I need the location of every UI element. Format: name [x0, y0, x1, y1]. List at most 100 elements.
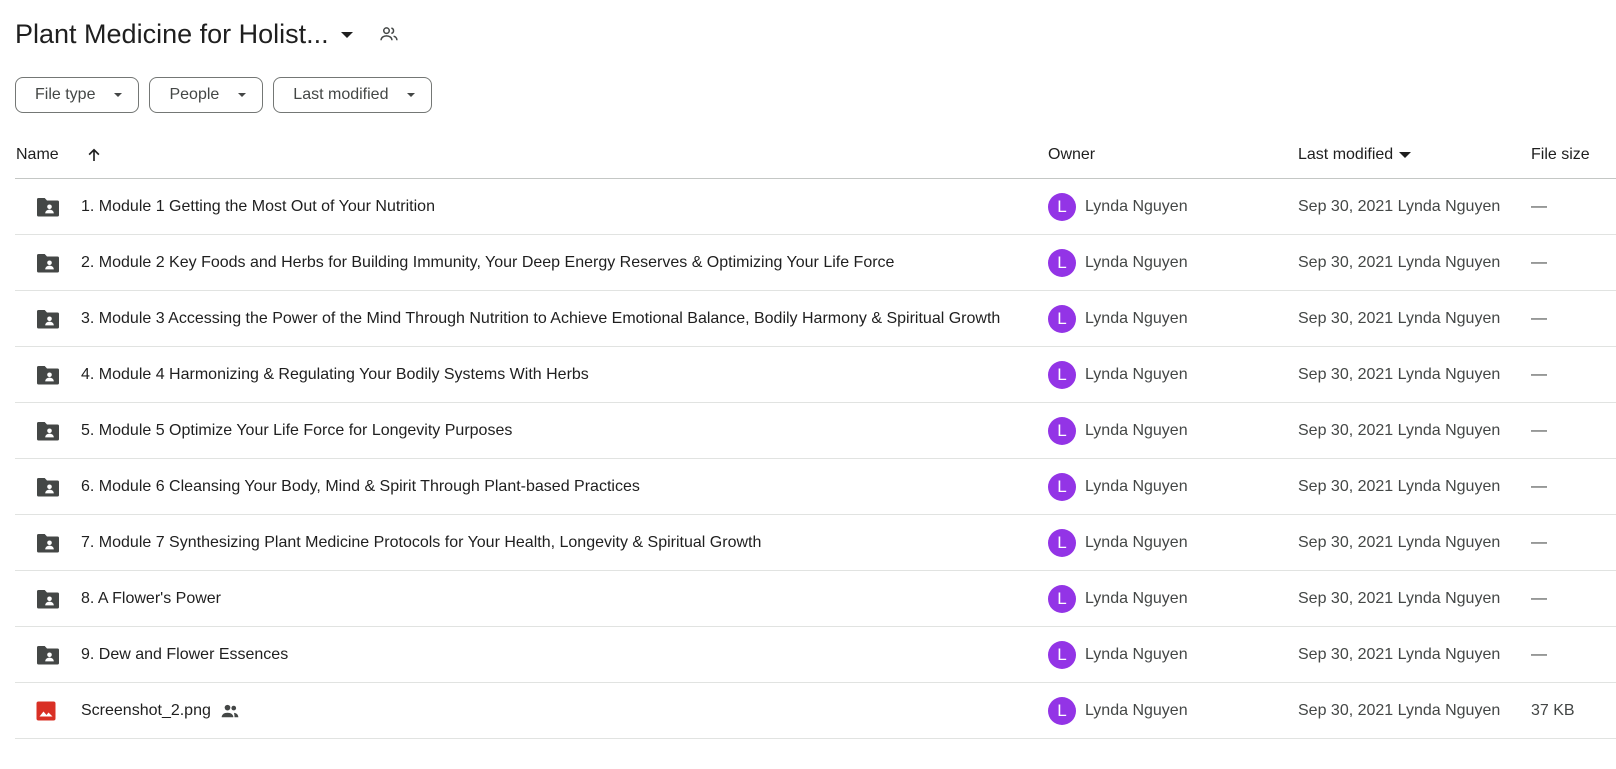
owner-cell: L Lynda Nguyen	[1048, 571, 1188, 626]
file-name-cell: 4. Module 4 Harmonizing & Regulating You…	[81, 347, 1041, 402]
avatar: L	[1048, 416, 1076, 445]
last-modified: Sep 30, 2021 Lynda Nguyen	[1298, 645, 1501, 663]
image-file-icon	[35, 683, 57, 738]
last-modified: Sep 30, 2021 Lynda Nguyen	[1298, 253, 1501, 271]
file-name: Screenshot_2.png	[81, 701, 211, 719]
people-outline-icon[interactable]	[379, 24, 399, 44]
file-name-cell: Screenshot_2.png	[81, 683, 1041, 738]
owner-name: Lynda Nguyen	[1085, 645, 1188, 663]
shared-folder-icon	[35, 291, 61, 346]
avatar: L	[1048, 584, 1076, 613]
file-name: 3. Module 3 Accessing the Power of the M…	[81, 309, 1001, 327]
file-size: —	[1531, 421, 1547, 439]
last-modified: Sep 30, 2021 Lynda Nguyen	[1298, 365, 1501, 383]
owner-cell: L Lynda Nguyen	[1048, 347, 1188, 402]
owner-cell: L Lynda Nguyen	[1048, 459, 1188, 514]
avatar: L	[1048, 304, 1076, 333]
filter-last-modified[interactable]: Last modified	[273, 77, 433, 113]
file-size: 37 KB	[1531, 701, 1575, 719]
table-row[interactable]: 6. Module 6 Cleansing Your Body, Mind & …	[15, 459, 1616, 515]
owner-name: Lynda Nguyen	[1085, 477, 1188, 495]
caret-down-icon	[114, 93, 123, 97]
shared-folder-icon	[35, 459, 61, 514]
table-row[interactable]: 3. Module 3 Accessing the Power of the M…	[15, 291, 1616, 347]
owner-cell: L Lynda Nguyen	[1048, 515, 1188, 570]
table-row[interactable]: 2. Module 2 Key Foods and Herbs for Buil…	[15, 235, 1616, 291]
file-name: 4. Module 4 Harmonizing & Regulating You…	[81, 365, 589, 383]
avatar: L	[1048, 248, 1076, 277]
file-name: 2. Module 2 Key Foods and Herbs for Buil…	[81, 253, 895, 271]
avatar: L	[1048, 192, 1076, 221]
file-list: 1. Module 1 Getting the Most Out of Your…	[15, 179, 1616, 739]
drive-folder-view: Plant Medicine for Holist... File type P…	[0, 0, 1616, 769]
file-name: 9. Dew and Flower Essences	[81, 645, 289, 663]
table-row[interactable]: 7. Module 7 Synthesizing Plant Medicine …	[15, 515, 1616, 571]
folder-header: Plant Medicine for Holist...	[15, 14, 399, 54]
file-size: —	[1531, 477, 1547, 495]
file-name: 8. A Flower's Power	[81, 589, 221, 607]
filter-people[interactable]: People	[149, 77, 264, 113]
avatar: L	[1048, 472, 1076, 501]
avatar: L	[1048, 360, 1076, 389]
arrow-up-icon[interactable]	[85, 132, 103, 178]
last-modified: Sep 30, 2021 Lynda Nguyen	[1298, 701, 1501, 719]
owner-cell: L Lynda Nguyen	[1048, 179, 1188, 234]
filter-label: Last modified	[293, 86, 389, 103]
owner-name: Lynda Nguyen	[1085, 589, 1188, 607]
caret-down-icon	[238, 93, 247, 97]
column-header-file-size[interactable]: File size	[1531, 132, 1590, 178]
avatar: L	[1048, 696, 1076, 725]
column-header-owner[interactable]: Owner	[1048, 132, 1095, 178]
last-modified: Sep 30, 2021 Lynda Nguyen	[1298, 197, 1501, 215]
owner-name: Lynda Nguyen	[1085, 533, 1188, 551]
table-row[interactable]: 1. Module 1 Getting the Most Out of Your…	[15, 179, 1616, 235]
shared-folder-icon	[35, 235, 61, 290]
file-size: —	[1531, 533, 1547, 551]
file-name-cell: 3. Module 3 Accessing the Power of the M…	[81, 291, 1041, 346]
filter-chips: File type People Last modified	[15, 77, 433, 113]
table-header: Name Owner Last modified File size	[15, 132, 1616, 179]
table-row[interactable]: 5. Module 5 Optimize Your Life Force for…	[15, 403, 1616, 459]
shared-folder-icon	[35, 571, 61, 626]
shared-people-icon	[220, 701, 240, 721]
owner-name: Lynda Nguyen	[1085, 197, 1188, 215]
avatar: L	[1048, 640, 1076, 669]
shared-folder-icon	[35, 515, 61, 570]
file-name: 5. Module 5 Optimize Your Life Force for…	[81, 421, 513, 439]
caret-down-icon	[407, 93, 416, 97]
owner-name: Lynda Nguyen	[1085, 701, 1188, 719]
table-row[interactable]: 9. Dew and Flower Essences L Lynda Nguye…	[15, 627, 1616, 683]
file-name: 7. Module 7 Synthesizing Plant Medicine …	[81, 533, 762, 551]
owner-name: Lynda Nguyen	[1085, 253, 1188, 271]
file-name-cell: 7. Module 7 Synthesizing Plant Medicine …	[81, 515, 1041, 570]
column-header-last-modified[interactable]: Last modified	[1298, 132, 1412, 178]
table-row[interactable]: 4. Module 4 Harmonizing & Regulating You…	[15, 347, 1616, 403]
file-size: —	[1531, 645, 1547, 663]
last-modified: Sep 30, 2021 Lynda Nguyen	[1298, 589, 1501, 607]
filter-file-type[interactable]: File type	[15, 77, 140, 113]
column-header-name[interactable]: Name	[16, 132, 59, 178]
file-name: 1. Module 1 Getting the Most Out of Your…	[81, 197, 435, 215]
file-size: —	[1531, 253, 1547, 271]
last-modified: Sep 30, 2021 Lynda Nguyen	[1298, 533, 1501, 551]
shared-folder-icon	[35, 179, 61, 234]
owner-name: Lynda Nguyen	[1085, 309, 1188, 327]
shared-folder-icon	[35, 403, 61, 458]
owner-cell: L Lynda Nguyen	[1048, 291, 1188, 346]
table-row[interactable]: Screenshot_2.png L Lynda Nguyen Sep 30, …	[15, 683, 1616, 739]
shared-folder-icon	[35, 347, 61, 402]
owner-cell: L Lynda Nguyen	[1048, 627, 1188, 682]
filter-label: File type	[35, 86, 96, 103]
avatar: L	[1048, 528, 1076, 557]
last-modified: Sep 30, 2021 Lynda Nguyen	[1298, 477, 1501, 495]
file-size: —	[1531, 365, 1547, 383]
table-row[interactable]: 8. A Flower's Power L Lynda Nguyen Sep 3…	[15, 571, 1616, 627]
filter-label: People	[169, 86, 220, 103]
file-name-cell: 2. Module 2 Key Foods and Herbs for Buil…	[81, 235, 1041, 290]
shared-folder-icon	[35, 627, 61, 682]
folder-menu-caret-icon[interactable]	[340, 32, 353, 38]
folder-title[interactable]: Plant Medicine for Holist...	[15, 19, 329, 50]
column-header-last-modified-label: Last modified	[1298, 146, 1394, 163]
file-name-cell: 5. Module 5 Optimize Your Life Force for…	[81, 403, 1041, 458]
file-name: 6. Module 6 Cleansing Your Body, Mind & …	[81, 477, 640, 495]
